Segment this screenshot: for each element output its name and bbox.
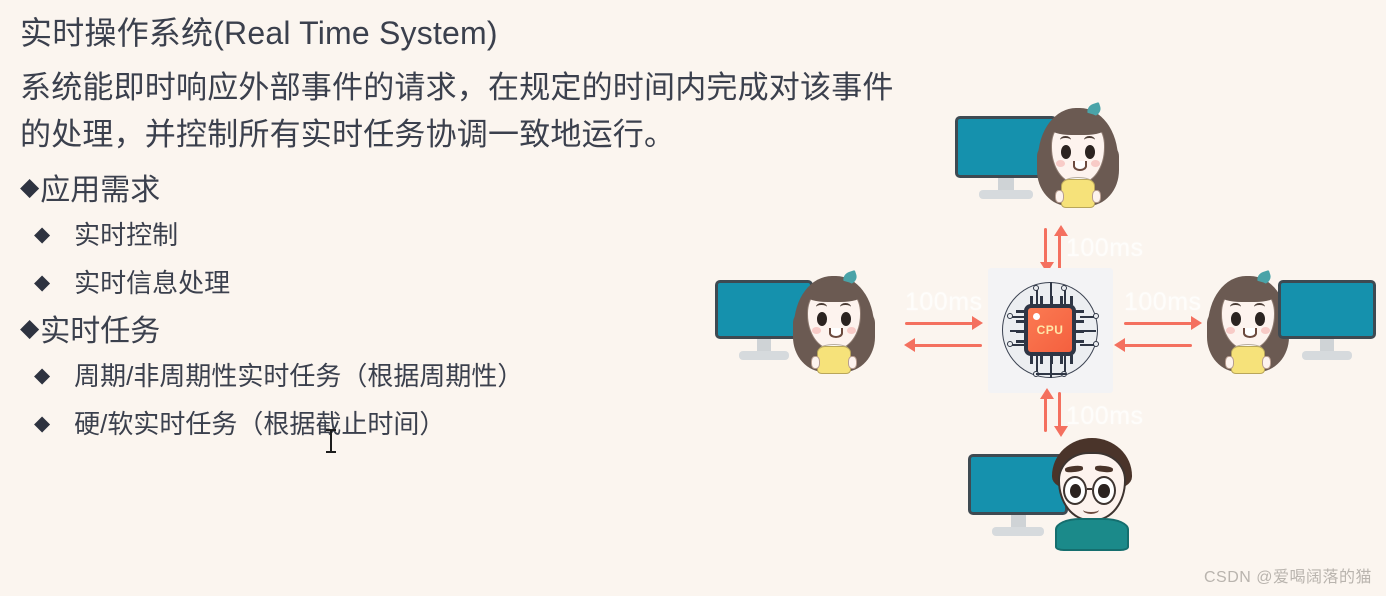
monitor-base [992, 527, 1044, 536]
cpu-label: CPU [1036, 323, 1064, 337]
system-topology-diagram: 100ms 100ms CPU 100ms 100ms [700, 96, 1386, 596]
diamond-bullet-icon: ◆ [34, 411, 51, 435]
page-title: 实时操作系统(Real Time System) [20, 15, 498, 51]
slide-text-column: 实时操作系统(Real Time System) 系统能即时响应外部事件的请求，… [0, 0, 894, 446]
girl-avatar-icon [791, 270, 877, 374]
monitor-neck [756, 339, 772, 351]
bullet-item-realtime-information-processing: ◆ 实时信息处理 [20, 257, 700, 305]
monitor-base [979, 190, 1033, 199]
cpu-panel: CPU [988, 268, 1113, 393]
bullet-item-periodic-tasks: ◆ 周期/非周期性实时任务（根据周期性） [20, 350, 700, 398]
bullet-label: 应用需求 [40, 173, 161, 207]
description-line-2: 的处理，并控制所有实时任务协调一致地运行。 [20, 117, 676, 152]
diagram-node-left [715, 270, 876, 374]
description-paragraph: 系统能即时响应外部事件的请求，在规定的时间内完成对该事件 的处理，并控制所有实时… [20, 64, 894, 158]
bullet-item-realtime-control: ◆ 实时控制 [20, 209, 700, 257]
latency-label-right: 100ms [1124, 288, 1202, 316]
description-line-1: 系统能即时响应外部事件的请求，在规定的时间内完成对该事件 [20, 70, 894, 105]
slide-canvas: 实时操作系统(Real Time System) 系统能即时响应外部事件的请求，… [0, 0, 1386, 596]
cpu-chip-icon: CPU [1024, 304, 1076, 356]
diamond-bullet-icon: ◆ [34, 363, 51, 387]
boy-avatar-icon [1046, 436, 1138, 552]
monitor-neck [1010, 515, 1026, 527]
bullet-label: 周期/非周期性实时任务（根据周期性） [74, 360, 524, 391]
watermark-label: CSDN @爱喝阔落的猫 [1203, 569, 1372, 586]
chip-indicator-dot [1033, 313, 1040, 320]
monitor-base [738, 351, 790, 360]
diamond-bullet-icon: ◆ [34, 270, 51, 294]
girl-avatar-icon [1035, 102, 1121, 209]
monitor-neck [1319, 339, 1335, 351]
monitor-icon [1278, 280, 1376, 360]
monitor-neck [998, 178, 1014, 190]
bullet-item-hard-soft-tasks: ◆ 硬/软实时任务（根据截止时间） [20, 398, 700, 446]
bullet-item-realtime-tasks: ◆ 实时任务 [20, 305, 700, 350]
bullet-list: ◆ 应用需求 ◆ 实时控制 ◆ 实时信息处理 ◆ 实时任务 ◆ 周期/非周期性实… [20, 164, 700, 446]
bullet-label: 实时控制 [74, 219, 179, 250]
latency-label-bottom: 100ms [1066, 402, 1144, 430]
bullet-label: 硬/软实时任务（根据截止时间） [74, 408, 446, 439]
monitor-base [1301, 351, 1353, 360]
bullet-label: 实时信息处理 [74, 267, 231, 298]
bullet-item-application-requirements: ◆ 应用需求 [20, 164, 700, 209]
monitor-screen [1278, 280, 1376, 339]
diamond-bullet-icon: ◆ [34, 222, 51, 246]
latency-label-left: 100ms [905, 288, 983, 316]
diagram-node-bottom [968, 438, 1133, 552]
diamond-bullet-icon: ◆ [20, 173, 40, 201]
bullet-label: 实时任务 [40, 314, 161, 348]
diamond-bullet-icon: ◆ [20, 314, 40, 342]
diagram-node-top [955, 102, 1120, 209]
latency-label-top: 100ms [1066, 234, 1144, 262]
